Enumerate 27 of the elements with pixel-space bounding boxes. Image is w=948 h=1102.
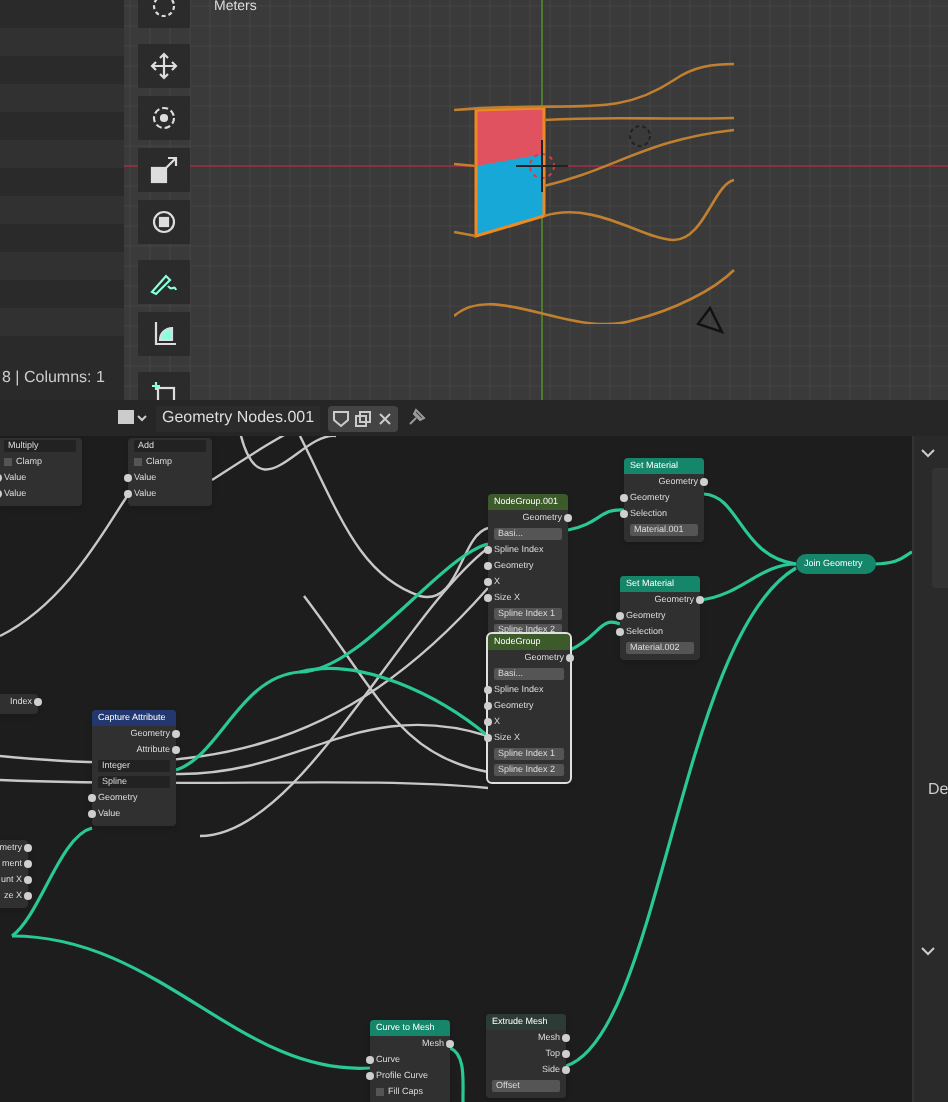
move-icon[interactable] <box>138 44 190 88</box>
socket-icon[interactable] <box>564 514 572 522</box>
measure-icon[interactable] <box>138 312 190 356</box>
chevron-down-icon[interactable] <box>920 946 936 958</box>
panel-label: De <box>928 778 948 802</box>
socket-icon[interactable] <box>446 1040 454 1048</box>
checkbox[interactable] <box>134 458 142 466</box>
scale-icon[interactable] <box>138 148 190 192</box>
socket-icon[interactable] <box>34 698 42 706</box>
copy-icon[interactable] <box>354 409 373 427</box>
checkbox[interactable] <box>4 458 12 466</box>
annotate-icon[interactable] <box>138 260 190 304</box>
socket-icon[interactable] <box>566 654 574 662</box>
camera-icon <box>694 304 726 336</box>
editor-type-icon[interactable] <box>116 408 148 428</box>
column-count: 8 | Columns: 1 <box>0 366 107 390</box>
chevron-down-icon[interactable] <box>920 448 936 460</box>
socket-icon[interactable] <box>696 596 704 604</box>
shield-icon[interactable] <box>332 409 351 427</box>
pin-icon[interactable] <box>406 408 427 428</box>
cursor-crosshair-icon <box>516 140 568 192</box>
checkbox[interactable] <box>376 1088 384 1096</box>
rotate-icon[interactable] <box>138 96 190 140</box>
close-icon[interactable] <box>376 409 395 427</box>
node-tree-name-field[interactable]: Geometry Nodes.001 <box>156 405 321 431</box>
socket-icon[interactable] <box>700 478 708 486</box>
transform-icon[interactable] <box>138 200 190 244</box>
